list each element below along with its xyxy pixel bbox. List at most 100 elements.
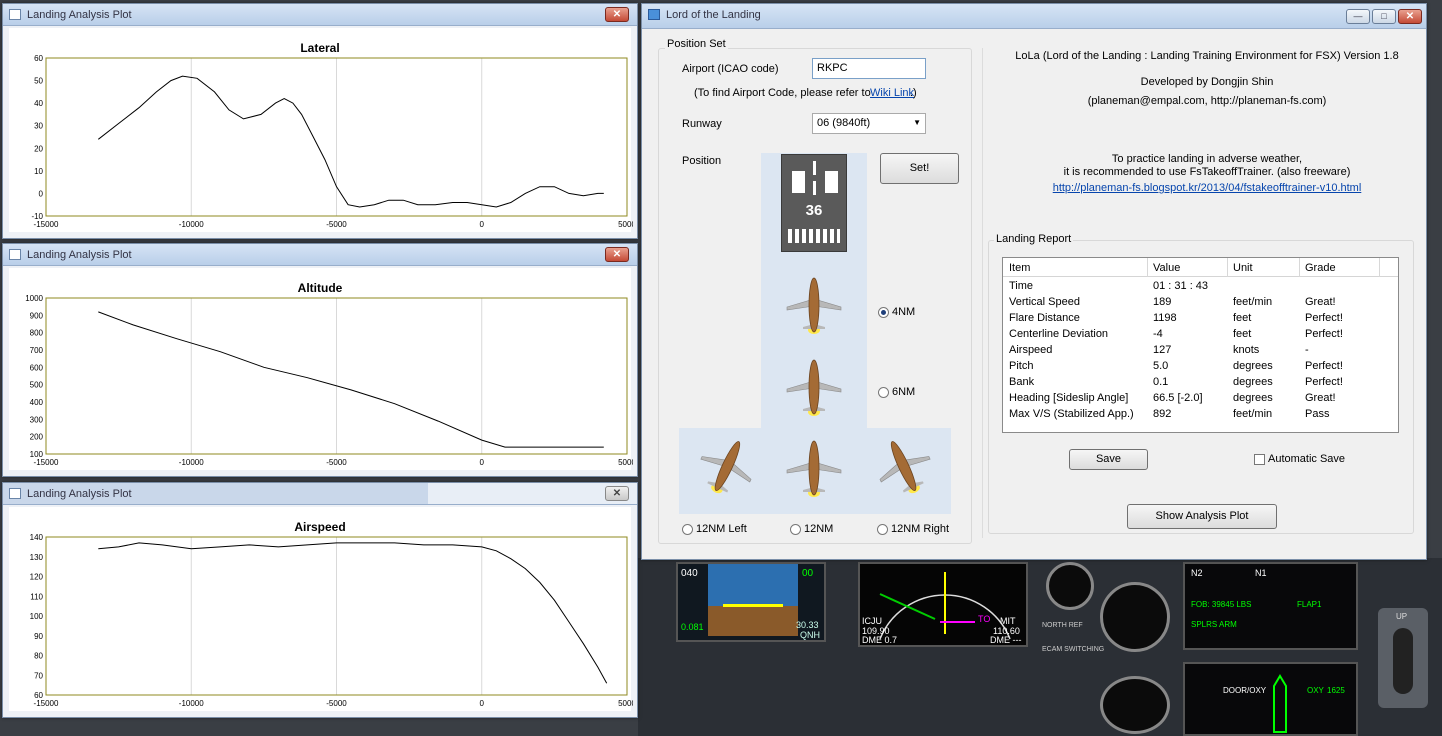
- close-button[interactable]: ✕: [605, 247, 629, 262]
- close-button[interactable]: ✕: [605, 486, 629, 501]
- x-tick-label: 0: [480, 458, 485, 467]
- y-tick-label: 100: [30, 612, 44, 621]
- wiki-link[interactable]: Wiki Link: [870, 87, 914, 99]
- primary-flight-display: 040 00 0.081 30.33 QNH: [676, 562, 826, 642]
- y-tick-label: 1000: [25, 294, 43, 303]
- table-row[interactable]: Bank 0.1 degrees Perfect!: [1003, 375, 1398, 391]
- runway-marking-right: [825, 171, 838, 193]
- plot-titlebar[interactable]: Landing Analysis Plot ✕: [3, 244, 637, 266]
- maximize-button[interactable]: □: [1372, 9, 1396, 24]
- automatic-save-checkbox[interactable]: [1254, 454, 1265, 465]
- y-tick-label: 120: [30, 573, 44, 582]
- x-tick-label: -5000: [326, 220, 347, 229]
- table-row[interactable]: Max V/S (Stabilized App.) 892 feet/min Pass: [1003, 407, 1398, 423]
- table-row[interactable]: Heading [Sideslip Angle] 66.5 [-2.0] degre…: [1003, 391, 1398, 407]
- gear-lever[interactable]: [1393, 628, 1413, 694]
- automatic-save-label[interactable]: Automatic Save: [1268, 453, 1345, 465]
- series-line: [98, 542, 608, 684]
- radio-12nm-right-label[interactable]: 12NM Right: [891, 523, 949, 535]
- nd-station: ICJU: [862, 616, 882, 626]
- radio-6nm-label[interactable]: 6NM: [892, 386, 915, 398]
- info-contact: (planeman@empal.com, http://planeman-fs.…: [1087, 95, 1327, 107]
- table-row[interactable]: Vertical Speed 189 feet/min Great!: [1003, 295, 1398, 311]
- x-tick-label: 5000: [618, 458, 633, 467]
- radio-4nm-label[interactable]: 4NM: [892, 306, 915, 318]
- column-header[interactable]: Grade: [1305, 262, 1336, 274]
- airplane-icon: [786, 277, 842, 334]
- column-header[interactable]: Value: [1153, 262, 1180, 274]
- airport-input[interactable]: RKPC: [812, 58, 926, 79]
- airplane-shape: [786, 277, 842, 334]
- plot-area: Lateral -15000 -10000 -5000 0 5000 60 50 40 30 20…: [9, 28, 636, 232]
- minimize-button[interactable]: —: [1346, 9, 1370, 24]
- position-label: Position: [682, 155, 722, 167]
- plot-window-airspeed: Landing Analysis Plot ✕ Airspeed -15000-…: [2, 482, 638, 718]
- table-cell: Airspeed: [1009, 344, 1053, 356]
- radio-12nm-left-label[interactable]: 12NM Left: [696, 523, 747, 535]
- table-cell: Pitch: [1009, 360, 1034, 372]
- y-tick-label: 60: [34, 54, 43, 63]
- table-cell: Perfect!: [1305, 360, 1343, 372]
- set-button[interactable]: Set!: [880, 153, 959, 184]
- airplane-shape: [786, 359, 842, 416]
- airplane-fuselage: [808, 277, 820, 333]
- radio-12nm-left[interactable]: [682, 524, 693, 535]
- airport-hint: (To find Airport Code, please refer to: [694, 87, 871, 99]
- table-cell: -4: [1153, 328, 1163, 340]
- table-cell: 66.5 [-2.0]: [1153, 392, 1203, 404]
- landing-report-label: Landing Report: [994, 233, 1074, 245]
- table-cell: Great!: [1305, 392, 1336, 404]
- show-analysis-plot-button[interactable]: Show Analysis Plot: [1127, 504, 1277, 529]
- airplane-fuselage: [808, 440, 820, 496]
- navigation-display: ICJU 109.90 DME 0.7 TO MIT 110.60 DME --…: [858, 562, 1028, 647]
- window-app-icon: [9, 249, 21, 260]
- airplane-fuselage: [890, 441, 917, 492]
- table-row[interactable]: Time 01 : 31 : 43: [1003, 279, 1398, 295]
- y-tick-label: 10: [34, 167, 43, 176]
- x-tick-label: 0: [480, 220, 485, 229]
- close-button[interactable]: ✕: [1398, 9, 1422, 24]
- plot-area: Altitude -15000 -10000 -5000 0 5000 1000 900 80…: [9, 268, 636, 470]
- pfd-qnh: QNH: [800, 630, 820, 640]
- x-tick-label: -10000: [179, 458, 204, 467]
- close-button[interactable]: ✕: [605, 7, 629, 22]
- nd-dme-right: DME ---: [990, 635, 1022, 645]
- radio-4nm[interactable]: [878, 307, 889, 318]
- chart-title: Altitude: [297, 281, 343, 295]
- table-cell: Centerline Deviation: [1009, 328, 1109, 340]
- radio-12nm[interactable]: [790, 524, 801, 535]
- y-tick-label: 60: [34, 691, 43, 700]
- table-cell: Flare Distance: [1009, 312, 1080, 324]
- column-divider: [1147, 258, 1148, 277]
- standby-altimeter-gauge: [1100, 676, 1170, 734]
- radio-6nm[interactable]: [878, 387, 889, 398]
- radio-12nm-right[interactable]: [877, 524, 888, 535]
- ecam-upper-display: N2 N1 FOB: 39845 LBS FLAP1 SPLRS ARM: [1183, 562, 1358, 650]
- runway-select-value: 06 (9840ft): [817, 117, 871, 129]
- table-row[interactable]: Flare Distance 1198 feet Perfect!: [1003, 311, 1398, 327]
- info-link[interactable]: http://planeman-fs.blogspot.kr/2013/04/f…: [992, 182, 1422, 194]
- x-tick-label: -15000: [34, 699, 59, 708]
- lola-titlebar[interactable]: Lord of the Landing — □ ✕: [642, 4, 1426, 29]
- table-cell: degrees: [1233, 392, 1273, 404]
- pfd-speed: 040: [681, 568, 698, 579]
- x-tick-label: -5000: [326, 699, 347, 708]
- table-cell: Pass: [1305, 408, 1330, 420]
- column-header[interactable]: Unit: [1233, 262, 1253, 274]
- table-row[interactable]: Centerline Deviation -4 feet Perfect!: [1003, 327, 1398, 343]
- save-button[interactable]: Save: [1069, 449, 1148, 470]
- radio-12nm-label[interactable]: 12NM: [804, 523, 833, 535]
- info-recommend: it is recommended to use FsTakeoffTraine…: [1063, 166, 1351, 178]
- runway-select[interactable]: 06 (9840ft) ▼: [812, 113, 926, 134]
- standby-gauge: [1046, 562, 1094, 610]
- table-row[interactable]: Pitch 5.0 degrees Perfect!: [1003, 359, 1398, 375]
- ecam-n1: N1: [1255, 568, 1267, 578]
- y-tick-label: 300: [30, 415, 44, 424]
- table-row[interactable]: Airspeed 127 knots -: [1003, 343, 1398, 359]
- table-cell: 127: [1153, 344, 1172, 356]
- column-header[interactable]: Item: [1009, 262, 1030, 274]
- plot-titlebar[interactable]: Landing Analysis Plot ✕: [3, 4, 637, 26]
- airplane-icon: [700, 441, 752, 494]
- oxy-value: 1625: [1327, 686, 1345, 695]
- plot-titlebar[interactable]: Landing Analysis Plot ✕: [3, 483, 637, 505]
